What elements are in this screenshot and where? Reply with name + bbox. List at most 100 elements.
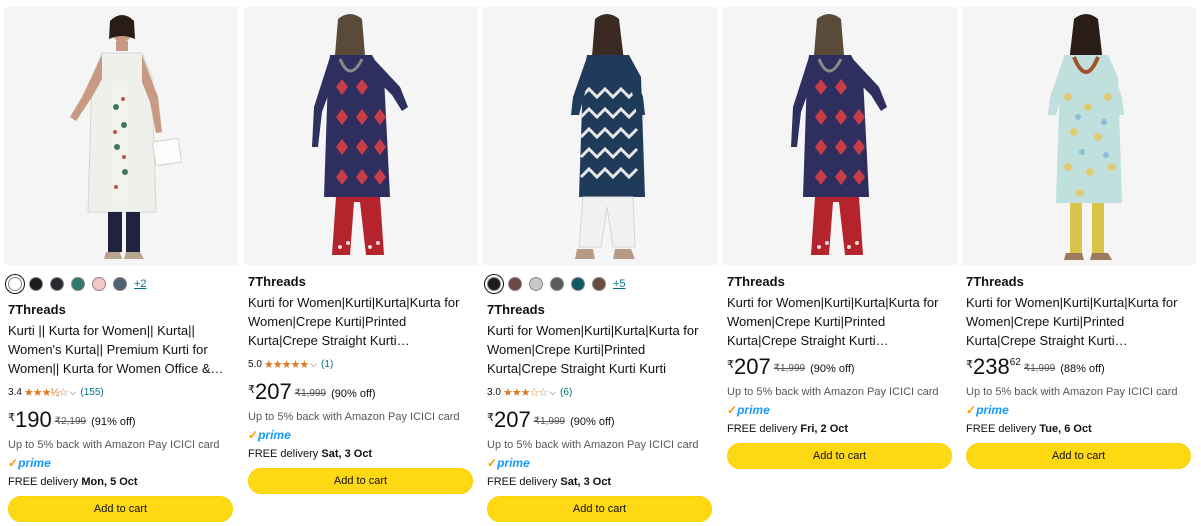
- prime-badge: ✓prime: [8, 456, 51, 472]
- review-count-link[interactable]: (155): [80, 387, 103, 398]
- rating-value: 3.4: [8, 386, 22, 398]
- price: 207: [734, 354, 771, 379]
- mrp-price: ₹1,999: [1023, 363, 1056, 374]
- check-icon: ✓: [8, 456, 19, 470]
- mrp-price: ₹1,999: [533, 416, 566, 427]
- more-colors-link[interactable]: +5: [613, 278, 626, 290]
- add-to-cart-button[interactable]: Add to cart: [727, 443, 952, 469]
- brand-name: 7Threads: [966, 274, 1024, 289]
- star-rating-icon[interactable]: ★★★★★: [264, 358, 309, 371]
- brand-name: 7Threads: [487, 302, 545, 317]
- cashback-offer: Up to 5% back with Amazon Pay ICICI card: [966, 386, 1178, 398]
- rating-row: 3.4 ★★★½☆ ⌵ (155): [8, 385, 234, 399]
- delivery-date: Fri, 2 Oct: [800, 423, 849, 435]
- more-colors-link[interactable]: +2: [134, 278, 147, 290]
- delivery-label: FREE delivery: [487, 476, 561, 488]
- chevron-down-icon[interactable]: ⌵: [549, 387, 556, 398]
- delivery-info: FREE delivery Mon, 5 Oct: [8, 475, 234, 489]
- mrp-price: ₹1,999: [773, 363, 806, 374]
- product-card[interactable]: 7Threads Kurti for Women|Kurti|Kurta|Kur…: [962, 7, 1196, 526]
- delivery-info: FREE delivery Fri, 2 Oct: [727, 422, 953, 436]
- rating-value: 5.0: [248, 358, 262, 370]
- prime-badge: ✓prime: [248, 428, 291, 444]
- star-rating-icon[interactable]: ★★★☆☆: [503, 386, 548, 399]
- product-card[interactable]: +2 7Threads Kurti || Kurta for Women|| K…: [4, 7, 238, 526]
- price-row[interactable]: ₹ 238 62 ₹1,999 (88% off): [966, 356, 1192, 380]
- product-title[interactable]: Kurti for Women|Kurti|Kurta|Kurta for Wo…: [248, 293, 474, 350]
- color-swatch[interactable]: [592, 277, 606, 291]
- discount-percent: (91% off): [91, 416, 136, 428]
- price-fraction: 62: [1009, 357, 1021, 368]
- color-swatch[interactable]: [571, 277, 585, 291]
- color-swatch[interactable]: [8, 277, 22, 291]
- product-card[interactable]: +5 7Threads Kurti for Women|Kurti|Kurta|…: [483, 7, 717, 526]
- product-title[interactable]: Kurti for Women|Kurti|Kurta|Kurta for Wo…: [727, 293, 953, 350]
- cashback-offer: Up to 5% back with Amazon Pay ICICI card: [248, 411, 460, 423]
- delivery-info: FREE delivery Sat, 3 Oct: [248, 447, 474, 461]
- cashback-offer: Up to 5% back with Amazon Pay ICICI card: [8, 439, 220, 451]
- mrp-price: ₹2,199: [54, 416, 87, 427]
- price-row[interactable]: ₹ 207 ₹1,999 (90% off): [248, 381, 474, 405]
- color-swatches: +2: [8, 274, 234, 294]
- price-row[interactable]: ₹ 207 ₹1,999 (90% off): [727, 356, 953, 380]
- product-image[interactable]: [4, 7, 238, 265]
- product-card[interactable]: 7Threads Kurti for Women|Kurti|Kurta|Kur…: [723, 7, 957, 526]
- add-to-cart-button[interactable]: Add to cart: [966, 443, 1191, 469]
- star-rating-icon[interactable]: ★★★½☆: [24, 386, 69, 399]
- color-swatch[interactable]: [29, 277, 43, 291]
- product-title[interactable]: Kurti || Kurta for Women|| Kurta|| Women…: [8, 321, 234, 378]
- color-swatch[interactable]: [113, 277, 127, 291]
- cashback-offer: Up to 5% back with Amazon Pay ICICI card: [487, 439, 699, 451]
- add-to-cart-button[interactable]: Add to cart: [8, 496, 233, 522]
- price-row[interactable]: ₹ 207 ₹1,999 (90% off): [487, 409, 713, 433]
- color-swatch[interactable]: [71, 277, 85, 291]
- brand-name: 7Threads: [727, 274, 785, 289]
- delivery-date: Sat, 3 Oct: [321, 448, 373, 460]
- color-swatch[interactable]: [529, 277, 543, 291]
- product-image[interactable]: [244, 7, 478, 265]
- price: 190: [15, 407, 52, 432]
- prime-label: prime: [18, 456, 51, 470]
- price: 207: [494, 407, 531, 432]
- brand-name: 7Threads: [248, 274, 306, 289]
- delivery-info: FREE delivery Tue, 6 Oct: [966, 422, 1192, 436]
- prime-label: prime: [497, 456, 530, 470]
- price-row[interactable]: ₹ 190 ₹2,199 (91% off): [8, 409, 234, 433]
- color-swatch[interactable]: [550, 277, 564, 291]
- rating-row: 3.0 ★★★☆☆ ⌵ (6): [487, 385, 713, 399]
- review-count-link[interactable]: (1): [321, 359, 333, 370]
- product-image[interactable]: [723, 7, 957, 265]
- chevron-down-icon[interactable]: ⌵: [70, 387, 77, 398]
- color-swatch[interactable]: [508, 277, 522, 291]
- chevron-down-icon[interactable]: ⌵: [310, 359, 317, 370]
- color-swatch[interactable]: [92, 277, 106, 291]
- color-swatch[interactable]: [50, 277, 64, 291]
- add-to-cart-button[interactable]: Add to cart: [248, 468, 473, 494]
- price: 207: [255, 379, 292, 404]
- discount-percent: (90% off): [331, 388, 376, 400]
- delivery-label: FREE delivery: [966, 423, 1040, 435]
- check-icon: ✓: [487, 456, 498, 470]
- brand-name: 7Threads: [8, 302, 66, 317]
- discount-percent: (90% off): [810, 363, 855, 375]
- review-count-link[interactable]: (6): [560, 387, 572, 398]
- product-image[interactable]: [962, 7, 1196, 265]
- color-swatches: +5: [487, 274, 713, 294]
- delivery-date: Mon, 5 Oct: [81, 476, 138, 488]
- check-icon: ✓: [966, 403, 977, 417]
- currency-symbol: ₹: [727, 359, 734, 371]
- delivery-info: FREE delivery Sat, 3 Oct: [487, 475, 713, 489]
- prime-label: prime: [976, 403, 1009, 417]
- prime-label: prime: [737, 403, 770, 417]
- product-title[interactable]: Kurti for Women|Kurti|Kurta|Kurta for Wo…: [487, 321, 713, 378]
- prime-label: prime: [258, 428, 291, 442]
- discount-percent: (88% off): [1060, 363, 1105, 375]
- currency-symbol: ₹: [966, 359, 973, 371]
- add-to-cart-button[interactable]: Add to cart: [487, 496, 712, 522]
- cashback-offer: Up to 5% back with Amazon Pay ICICI card: [727, 386, 939, 398]
- product-card[interactable]: 7Threads Kurti for Women|Kurti|Kurta|Kur…: [244, 7, 478, 526]
- product-image[interactable]: [483, 7, 717, 265]
- product-title[interactable]: Kurti for Women|Kurti|Kurta|Kurta for Wo…: [966, 293, 1192, 350]
- color-swatch[interactable]: [487, 277, 501, 291]
- rating-row: 5.0 ★★★★★ ⌵ (1): [248, 357, 474, 371]
